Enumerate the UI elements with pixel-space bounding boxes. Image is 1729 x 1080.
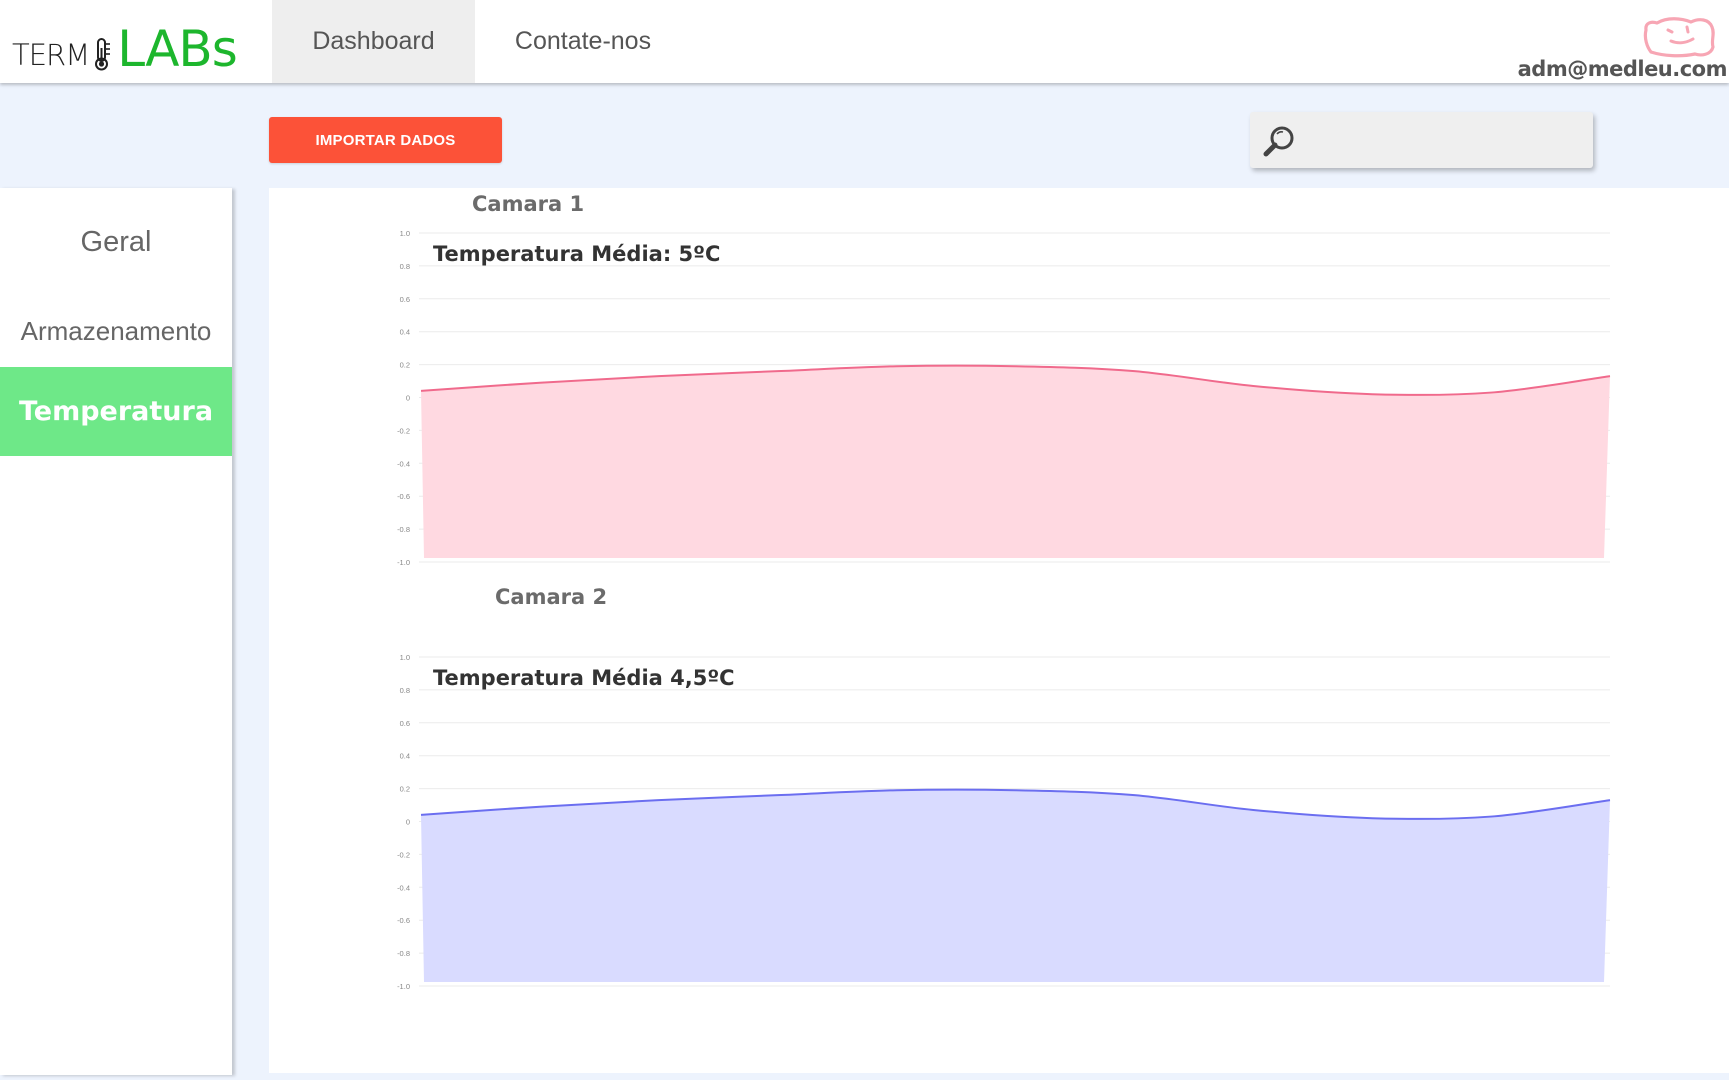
- nav-tab-label: Dashboard: [312, 27, 435, 55]
- y-tick-label: 0.4: [400, 752, 410, 761]
- search-box[interactable]: [1250, 112, 1593, 168]
- y-tick-label: -1.0: [397, 558, 410, 567]
- y-tick-label: 1.0: [400, 653, 410, 662]
- y-tick-label: 0.6: [400, 719, 410, 728]
- temperature-charts: 1.0 0.8 0.6 0.4 0.2 0 -0.2 -0.4 -0.6 -0.8 -1.0 Temp…: [397, 229, 1611, 991]
- y-tick-label: 0: [406, 394, 410, 403]
- y-tick-label: -0.4: [397, 883, 410, 892]
- logo-text-labs: LABs: [117, 20, 238, 78]
- search-input[interactable]: [1306, 120, 1580, 162]
- chart-title: Temperatura Média: 5ºC: [433, 242, 720, 266]
- logo[interactable]: TERM LABs: [12, 14, 238, 78]
- sidebar: Geral Armazenamento Temperatura: [0, 188, 232, 1075]
- nav-tab-label: Contate-nos: [514, 27, 652, 55]
- sidebar-item-temperatura[interactable]: Temperatura: [0, 367, 232, 456]
- y-tick-label: -0.2: [397, 850, 410, 859]
- search-icon[interactable]: [1262, 124, 1296, 158]
- chart-1: 1.0 0.8 0.6 0.4 0.2 0 -0.2 -0.4 -0.6 -0.8 -1.0 Temp…: [397, 229, 1611, 567]
- import-data-button[interactable]: IMPORTAR DADOS: [269, 117, 502, 163]
- nav-tab-contate-nos[interactable]: Contate-nos: [490, 0, 676, 83]
- sidebar-item-label: Armazenamento: [20, 315, 212, 346]
- y-tick-label: 0: [406, 818, 410, 827]
- y-tick-label: 0.4: [400, 328, 410, 337]
- y-tick-label: -0.2: [397, 426, 410, 435]
- y-tick-label: 0.8: [400, 262, 410, 271]
- nav-tab-dashboard[interactable]: Dashboard: [272, 0, 475, 83]
- sidebar-item-geral[interactable]: Geral: [0, 212, 232, 272]
- user-menu[interactable]: adm@medleu.com: [1518, 0, 1729, 83]
- chart-2: 1.0 0.8 0.6 0.4 0.2 0 -0.2 -0.4 -0.6 -0.8 -1.0 Temp…: [397, 653, 1611, 991]
- y-tick-label: 0.2: [400, 361, 410, 370]
- y-tick-label: 0.2: [400, 785, 410, 794]
- chart-title: Temperatura Média 4,5ºC: [433, 666, 735, 690]
- logo-text-term: TERM: [12, 38, 90, 72]
- y-tick-label: 0.8: [400, 686, 410, 695]
- y-tick-label: -0.6: [397, 492, 410, 501]
- sidebar-item-armazenamento[interactable]: Armazenamento: [0, 301, 232, 361]
- y-tick-label: -0.4: [397, 459, 410, 468]
- y-tick-label: 0.6: [400, 295, 410, 304]
- main-panel: Camara 1 Camara 2 1.0 0.8 0.6 0.4 0.2 0 -0.2 -0…: [269, 188, 1729, 1073]
- sidebar-item-label: Temperatura: [18, 396, 214, 427]
- thermometer-icon: [95, 38, 111, 71]
- y-tick-label: -1.0: [397, 982, 410, 991]
- y-tick-label: -0.8: [397, 949, 410, 958]
- y-tick-label: 1.0: [400, 229, 410, 238]
- y-tick-label: -0.6: [397, 916, 410, 925]
- sidebar-item-label: Geral: [80, 225, 152, 258]
- user-email: adm@medleu.com: [1517, 57, 1728, 81]
- y-tick-label: -0.8: [397, 525, 410, 534]
- avatar[interactable]: [1641, 14, 1717, 60]
- top-bar: TERM LABs Dashboard Contate-nos adm@medl…: [0, 0, 1729, 83]
